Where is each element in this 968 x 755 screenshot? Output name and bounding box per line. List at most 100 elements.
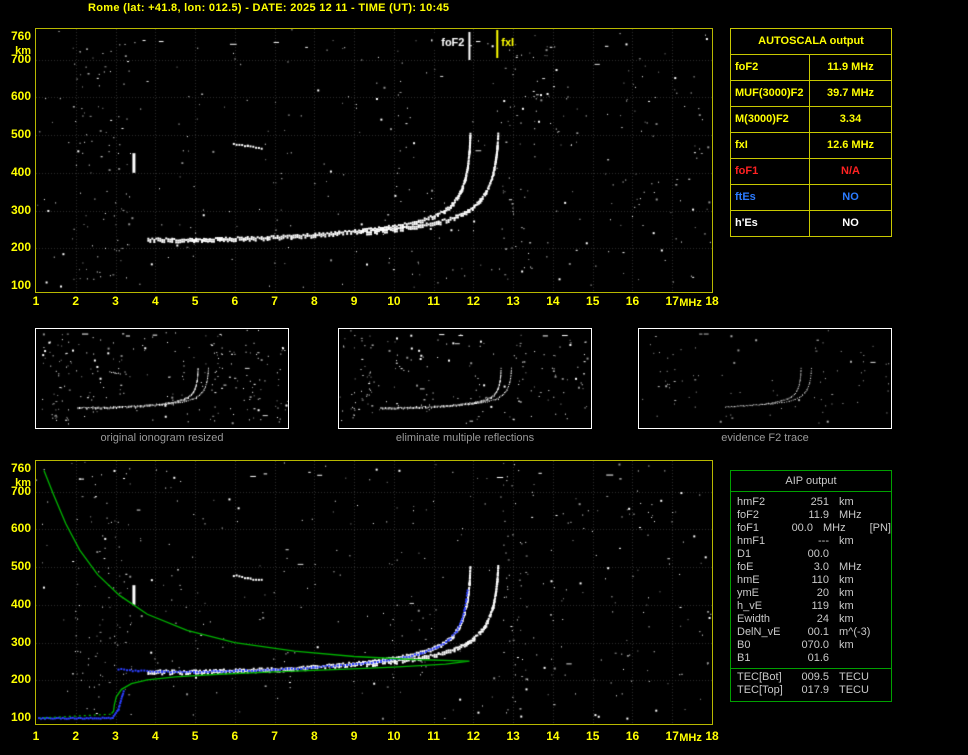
x-tick-label: 5 xyxy=(191,729,199,743)
autoscala-table-title: AUTOSCALA output xyxy=(731,29,891,55)
autoscala-param-value: NO xyxy=(842,217,859,229)
x-tick-label: 6 xyxy=(231,729,239,743)
aip-param-value: 110 xyxy=(811,574,829,586)
x-tick-label: 10 xyxy=(387,729,401,743)
x-tick-label: 4 xyxy=(151,729,159,743)
x-tick-label: 16 xyxy=(625,729,640,743)
table-row: MUF(3000)F2 39.7 MHz xyxy=(731,81,891,107)
x-tick-label: 13 xyxy=(506,729,520,743)
aip-param-value: 00.0 xyxy=(791,522,813,534)
x-axis-unit-label: MHz xyxy=(679,732,702,744)
aip-row: hmE 110 km xyxy=(737,574,891,587)
thumbnail-caption: original ionogram resized xyxy=(100,432,224,444)
autoscala-param-label: M(3000)F2 xyxy=(731,107,810,132)
aip-row: hmF1 --- km xyxy=(737,535,891,548)
table-row: foF2 11.9 MHz xyxy=(731,55,891,81)
aip-param-unit: km xyxy=(839,496,854,508)
aip-param-label: D1 xyxy=(737,548,752,560)
ionogram-main-canvas xyxy=(35,28,713,293)
aip-param-label: TEC[Bot] xyxy=(737,671,782,683)
x-tick-label: 10 xyxy=(387,294,401,308)
thumbnail-caption: eliminate multiple reflections xyxy=(395,432,535,444)
autoscala-param-value: 3.34 xyxy=(839,113,862,125)
thumbnail-f2-trace-evidence xyxy=(638,328,892,429)
aip-row: Ewidth 24 km xyxy=(737,613,891,626)
y-tick-label: 100 xyxy=(10,278,31,292)
y-tick-label: 600 xyxy=(10,89,31,104)
aip-row: foF1 00.0 MHz [PN] xyxy=(737,522,891,535)
aip-param-value: 251 xyxy=(810,496,829,508)
x-tick-label: 6 xyxy=(231,294,239,308)
thumbnail-filtered-ionogram xyxy=(338,328,592,429)
y-tick-label: 500 xyxy=(10,127,31,142)
aip-param-unit: MHz xyxy=(839,561,862,573)
x-tick-label: 12 xyxy=(466,729,481,743)
autoscala-param-label: h'Es xyxy=(731,211,810,236)
x-tick-label: 1 xyxy=(32,729,40,743)
aip-row: foF2 11.9 MHz xyxy=(737,509,891,522)
y-tick-label: 200 xyxy=(10,672,31,687)
y-tick-label: 100 xyxy=(10,710,31,724)
x-tick-label: 16 xyxy=(625,294,640,308)
aip-param-unit: m^(-3) xyxy=(839,626,871,638)
table-row: fxI 12.6 MHz xyxy=(731,133,891,159)
aip-param-value: 24 xyxy=(816,613,829,625)
aip-param-unit: km xyxy=(839,535,854,547)
y-tick-label: 400 xyxy=(10,164,31,179)
autoscala-param-label: foF2 xyxy=(731,55,810,80)
aip-param-label: h_vE xyxy=(737,600,763,612)
thumbnail-caption: evidence F2 trace xyxy=(721,432,809,444)
aip-param-value: 00.1 xyxy=(807,626,829,638)
aip-separator xyxy=(731,668,891,669)
x-tick-label: 14 xyxy=(546,729,560,743)
table-row: ftEs NO xyxy=(731,185,891,211)
autoscala-output-table: AUTOSCALA output foF2 11.9 MHz MUF(3000)… xyxy=(730,28,892,237)
x-axis-unit-label: MHz xyxy=(679,297,702,309)
aip-param-value: 00.0 xyxy=(807,548,829,560)
aip-param-label: hmF1 xyxy=(737,535,766,547)
y-tick-label: 600 xyxy=(10,521,31,536)
aip-param-label: TEC[Top] xyxy=(737,684,783,696)
y-axis-unit-label: km xyxy=(15,477,31,489)
aip-param-unit: km xyxy=(839,613,854,625)
autoscala-param-value: 11.9 MHz xyxy=(827,61,874,73)
y-tick-label: 400 xyxy=(10,596,31,611)
autoscala-app-window: Rome (lat: +41.8, lon: 012.5) - DATE: 20… xyxy=(0,0,968,755)
aip-tec-row: TEC[Top] 017.9 TECU xyxy=(737,684,891,697)
x-tick-label: 2 xyxy=(72,294,80,308)
x-tick-label: 18 xyxy=(705,294,719,308)
aip-row: foE 3.0 MHz xyxy=(737,561,891,574)
autoscala-param-label: ftEs xyxy=(731,185,810,210)
table-row: h'Es NO xyxy=(731,211,891,236)
y-axis-unit-label: km xyxy=(15,45,31,57)
autoscala-param-label: MUF(3000)F2 xyxy=(731,81,810,106)
aip-param-label: B0 xyxy=(737,639,751,651)
aip-tec-row: TEC[Bot] 009.5 TECU xyxy=(737,671,891,684)
aip-param-value: 3.0 xyxy=(813,561,829,573)
x-tick-label: 7 xyxy=(271,294,278,308)
autoscala-param-value: 12.6 MHz xyxy=(826,139,875,151)
y-tick-label: 760 xyxy=(10,29,31,43)
aip-param-value: 017.9 xyxy=(801,684,829,696)
aip-param-label: hmF2 xyxy=(737,496,766,508)
aip-row: D1 00.0 xyxy=(737,548,891,561)
aip-row: ymE 20 km xyxy=(737,587,891,600)
y-tick-label: 300 xyxy=(10,634,31,649)
x-tick-label: 14 xyxy=(546,294,560,308)
aip-row: B1 01.6 xyxy=(737,652,891,665)
autoscala-param-label: fxI xyxy=(731,133,810,158)
aip-param-value: 119 xyxy=(811,600,829,612)
y-tick-label: 500 xyxy=(10,559,31,574)
table-row: M(3000)F2 3.34 xyxy=(731,107,891,133)
y-tick-label: 760 xyxy=(10,461,31,475)
aip-row: h_vE 119 km xyxy=(737,600,891,613)
aip-param-value: 20 xyxy=(816,587,829,599)
aip-param-unit: km xyxy=(839,600,854,612)
x-tick-label: 18 xyxy=(705,729,719,743)
aip-param-value: 01.6 xyxy=(807,652,829,664)
thumbnail-original-ionogram xyxy=(35,328,289,429)
aip-param-unit: km xyxy=(839,587,854,599)
aip-output-table: AIP output hmF2 251 km foF2 11.9 MHz foF1 00.0 M… xyxy=(730,470,892,702)
aip-param-value: --- xyxy=(818,535,829,547)
aip-param-label: foF2 xyxy=(737,509,760,521)
